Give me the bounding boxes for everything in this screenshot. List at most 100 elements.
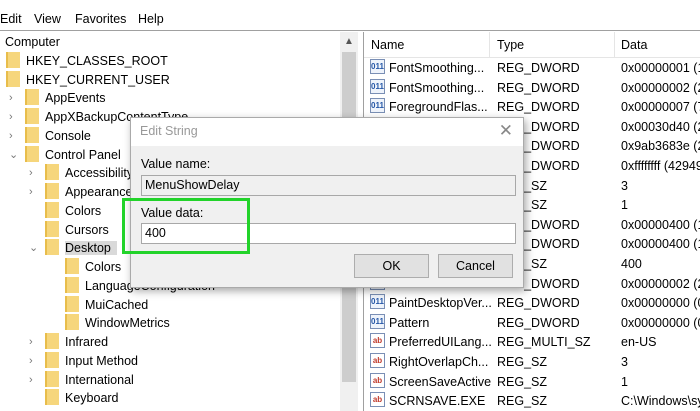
chevron-right-icon[interactable]: › (9, 127, 13, 146)
tree-item[interactable]: Computer (5, 33, 60, 52)
tree-item[interactable]: Keyboard (45, 389, 119, 408)
tree-item[interactable]: › Accessibility (29, 164, 134, 183)
list-row[interactable]: ab PreferredUILang... REG_MULTI_SZ en-US (364, 333, 700, 352)
cancel-button[interactable]: Cancel (438, 254, 513, 278)
tree-item[interactable]: WindowMetrics (65, 314, 170, 333)
value-name: RightOverlapCh... (389, 355, 489, 369)
value-type: REG_DWORD (497, 296, 580, 311)
scroll-up-icon[interactable]: ▲ (344, 36, 354, 47)
value-type: REG_SZ (497, 355, 548, 369)
dialog-title: Edit String (131, 118, 523, 146)
folder-icon (65, 295, 79, 312)
value-type: REG_DWORD (497, 61, 580, 75)
tree-item[interactable]: MuiCached (65, 295, 148, 315)
value-data: 0xffffffff (42949 (621, 159, 700, 173)
folder-icon (45, 389, 59, 406)
tree-item-label: Console (45, 128, 91, 143)
tree-item-label: Colors (65, 203, 102, 218)
tree-item[interactable]: › Appearance (29, 183, 133, 202)
chevron-right-icon[interactable]: › (29, 333, 33, 352)
menu-help[interactable]: Help (138, 12, 164, 26)
tree-item-label: Input Method (65, 353, 138, 368)
tree-item[interactable]: Cursors (45, 220, 109, 240)
value-name: PreferredUILang... (389, 335, 492, 350)
value-data: 0x00000002 (2) (621, 80, 700, 95)
chevron-right-icon[interactable]: › (9, 89, 13, 108)
tree-item[interactable]: › Console (9, 126, 91, 146)
tree-item-label: Cursors (65, 222, 109, 237)
value-type: REG_DWORD (497, 315, 580, 330)
value-data: 0x00000000 (0) (621, 296, 700, 311)
value-name: FontSmoothing... (389, 61, 485, 75)
folder-icon (25, 145, 39, 162)
column-type[interactable]: Type (497, 32, 524, 58)
tree-item-label: Desktop (65, 241, 117, 256)
tree-item[interactable]: › Input Method (29, 351, 138, 371)
tree-item-label: Accessibility (65, 166, 134, 181)
chevron-down-icon[interactable]: ⌄ (29, 239, 38, 258)
tree-item[interactable]: ⌄ Control Panel (9, 145, 121, 165)
tree-item-label: Appearance (65, 185, 133, 199)
ok-button[interactable]: OK (354, 254, 429, 278)
list-row[interactable]: ab ScreenSaveActive REG_SZ 1 (364, 372, 700, 392)
value-data: 3 (621, 178, 628, 193)
value-type: REG_MULTI_SZ (497, 335, 591, 350)
list-row[interactable]: 011 PaintDesktopVer... REG_DWORD 0x00000… (364, 294, 700, 313)
list-row[interactable]: ab SCRNSAVE.EXE REG_SZ C:\Windows\sy (364, 392, 700, 411)
list-row[interactable]: 011 Pattern REG_DWORD 0x00000000 (0) (364, 313, 700, 333)
dword-value-icon: 011 (370, 59, 385, 74)
value-name-field: MenuShowDelay (141, 175, 516, 196)
chevron-down-icon[interactable]: ⌄ (9, 146, 18, 165)
tree-item[interactable]: HKEY_CLASSES_ROOT (6, 51, 168, 71)
value-data: 0x00000400 (10 (621, 237, 700, 252)
folder-icon (65, 258, 79, 274)
tree-item[interactable]: › Infrared (29, 333, 108, 352)
folder-icon (45, 183, 59, 199)
folder-icon (45, 239, 59, 256)
tree-item[interactable]: › International (29, 370, 134, 390)
chevron-right-icon[interactable]: › (29, 183, 33, 202)
value-type: REG_DWORD (497, 80, 580, 95)
folder-icon (45, 351, 59, 368)
column-data[interactable]: Data (621, 32, 647, 58)
tree-item[interactable]: Colors (45, 201, 102, 221)
tree-item[interactable]: › AppEvents (9, 89, 105, 108)
tree-item-label: Control Panel (45, 147, 121, 162)
tree-item-label: International (65, 372, 134, 387)
value-data: C:\Windows\sy (621, 394, 700, 409)
folder-icon (25, 126, 39, 143)
close-icon[interactable]: ✕ (499, 121, 513, 141)
value-data: 1 (621, 198, 628, 213)
tree-item[interactable]: ⌄ Desktop (29, 239, 117, 258)
menu-view[interactable]: View (34, 12, 61, 26)
tree-item[interactable]: Colors (65, 258, 121, 277)
tree-item[interactable]: HKEY_CURRENT_USER (6, 70, 170, 90)
menu-favorites[interactable]: Favorites (75, 12, 126, 26)
column-name[interactable]: Name (371, 32, 404, 58)
menu-edit[interactable]: Edit (0, 12, 22, 26)
chevron-right-icon[interactable]: › (29, 164, 33, 183)
list-header: Name Type Data (364, 32, 700, 58)
list-row[interactable]: 011 FontSmoothing... REG_DWORD 0x0000000… (364, 59, 700, 78)
list-row[interactable]: ab RightOverlapCh... REG_SZ 3 (364, 353, 700, 372)
list-row[interactable]: 011 ForegroundFlas... REG_DWORD 0x000000… (364, 98, 700, 117)
folder-icon (45, 333, 59, 349)
string-value-icon: ab (370, 353, 385, 368)
folder-icon (65, 314, 79, 331)
highlight-box (122, 198, 250, 254)
chevron-right-icon[interactable]: › (29, 371, 33, 390)
value-name: PaintDesktopVer... (389, 296, 492, 311)
value-data: 0x00030d40 (20 (621, 119, 700, 134)
folder-icon (45, 201, 59, 218)
tree-item-label: WindowMetrics (85, 316, 170, 331)
value-data: en-US (621, 335, 657, 350)
value-name: ScreenSaveActive (389, 374, 492, 389)
value-name: Pattern (389, 315, 430, 330)
dword-value-icon: 011 (370, 294, 385, 310)
value-name: SCRNSAVE.EXE (389, 394, 486, 409)
list-row[interactable]: 011 FontSmoothing... REG_DWORD 0x0000000… (364, 78, 700, 98)
value-name: ForegroundFlas... (389, 100, 488, 115)
chevron-right-icon[interactable]: › (9, 108, 13, 127)
chevron-right-icon[interactable]: › (29, 352, 33, 371)
dword-value-icon: 011 (370, 98, 385, 114)
